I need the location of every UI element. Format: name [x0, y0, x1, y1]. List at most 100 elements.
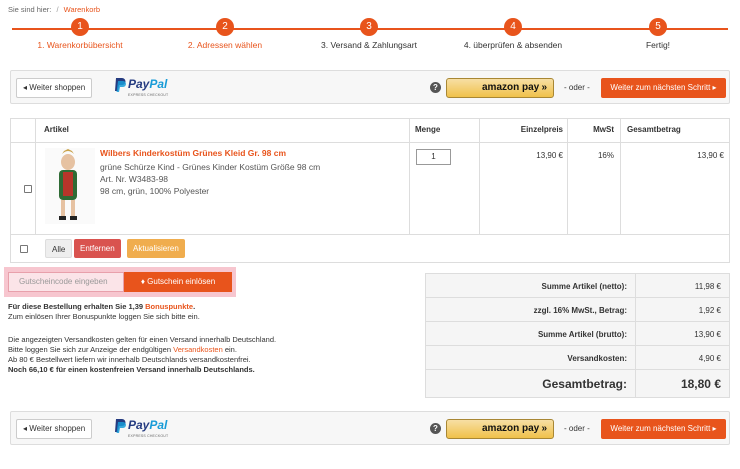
item-checkbox[interactable] — [24, 185, 32, 193]
summary-gross-label: Summe Artikel (brutto): — [537, 330, 627, 339]
col-divider — [409, 119, 410, 235]
step-1[interactable]: 1 1. Warenkorbübersicht — [10, 18, 150, 50]
shipping-line-4: Noch 66,10 € für einen kostenfreien Vers… — [8, 365, 276, 375]
summary-total-label: Gesamtbetrag: — [542, 377, 627, 391]
step-3: 3 3. Versand & Zahlungsart — [299, 18, 439, 50]
product-image[interactable] — [45, 148, 95, 224]
line-total: 13,90 € — [697, 151, 724, 160]
or-separator: - oder - — [564, 83, 590, 92]
shipping-line-2: Bitte loggen Sie sich zur Anzeige der en… — [8, 345, 276, 355]
summary-gross-value: 13,90 € — [694, 330, 721, 339]
chevron-double-right-icon: » — [541, 423, 547, 434]
bonus-points-link[interactable]: Bonuspunkte — [145, 302, 193, 311]
paypal-subtitle: EXPRESS CHECKOUT — [128, 93, 169, 97]
cart-header-row: Artikel Menge Einzelpreis MwSt Gesamtbet… — [11, 119, 729, 143]
continue-shopping-label: Weiter shoppen — [29, 83, 86, 92]
cart-actions-row: Alle Entfernen Aktualisieren — [11, 235, 729, 263]
summary-row-gross: Summe Artikel (brutto): 13,90 € — [426, 322, 729, 346]
summary-vat-value: 1,92 € — [698, 306, 721, 315]
col-divider — [35, 119, 36, 235]
step-1-number: 1 — [71, 18, 89, 36]
amazon-pay-label: amazon pay — [482, 82, 540, 93]
shipping-line-1: Die angezeigten Versandkosten gelten für… — [8, 335, 277, 344]
breadcrumb: Sie sind hier: / Warenkorb — [8, 5, 100, 14]
redeem-voucher-label: Gutschein einlösen — [147, 277, 216, 286]
shipping-line-2-post: ein. — [222, 345, 237, 354]
summary-vat-label: zzgl. 16% MwSt., Betrag: — [533, 306, 627, 315]
paypal-subtitle: EXPRESS CHECKOUT — [128, 434, 169, 438]
step-5-number: 5 — [649, 18, 667, 36]
step-5-label: Fertig! — [645, 40, 671, 50]
breadcrumb-separator: / — [56, 5, 59, 14]
shipping-line-2-pre: Bitte loggen Sie sich zur Anzeige der en… — [8, 345, 174, 354]
shipping-costs-link[interactable]: Versandkosten — [173, 345, 223, 354]
chevron-right-icon: ▸ — [712, 83, 717, 92]
vat-rate: 16% — [597, 151, 614, 160]
remove-button[interactable]: Entfernen — [74, 239, 121, 258]
breadcrumb-current[interactable]: Warenkorb — [64, 5, 100, 14]
product-title-link[interactable]: Wilbers Kinderkostüm Grünes Kleid Gr. 98… — [100, 148, 286, 158]
paypal-express-button[interactable]: PayPal EXPRESS CHECKOUT — [114, 75, 174, 101]
help-icon[interactable]: ? — [430, 423, 441, 434]
checkout-toolbar-top: ◂ Weiter shoppen PayPal EXPRESS CHECKOUT… — [10, 70, 730, 104]
continue-shopping-button[interactable]: ◂ Weiter shoppen — [16, 78, 93, 98]
bonus-text-end: . — [193, 302, 196, 311]
paypal-pay: Pay — [128, 418, 150, 432]
breadcrumb-prefix: Sie sind hier: — [8, 5, 52, 14]
cart-table: Artikel Menge Einzelpreis MwSt Gesamtbet… — [10, 118, 730, 263]
chevron-double-right-icon: » — [541, 82, 547, 93]
chevron-left-icon: ◂ — [23, 83, 28, 92]
shipping-line-3: Ab 80 € Bestellwert liefern wir innerhal… — [8, 355, 251, 364]
gift-icon: ♦ — [140, 277, 145, 286]
table-row: Wilbers Kinderkostüm Grünes Kleid Gr. 98… — [11, 143, 729, 235]
quantity-input[interactable]: 1 — [416, 149, 451, 165]
bonus-text: Für diese Bestellung erhalten Sie 1,39 — [8, 302, 146, 311]
step-2-label: 2. Adressen wählen — [187, 40, 263, 50]
amazon-pay-button[interactable]: amazon pay » — [446, 78, 554, 98]
select-all-checkbox[interactable] — [20, 245, 28, 253]
paypal-wordmark: PayPal — [128, 77, 167, 91]
or-separator: - oder - — [564, 424, 590, 433]
step-2[interactable]: 2 2. Adressen wählen — [155, 18, 295, 50]
header-unit-price: Einzelpreis — [520, 125, 563, 134]
step-4-label: 4. überprüfen & absenden — [463, 40, 563, 50]
select-all-button[interactable]: Alle — [45, 239, 73, 258]
update-button[interactable]: Aktualisieren — [127, 239, 185, 258]
summary-shipping-value: 4,90 € — [698, 354, 721, 363]
paypal-pay: Pay — [128, 77, 150, 91]
paypal-express-button[interactable]: PayPal EXPRESS CHECKOUT — [114, 416, 174, 442]
header-article: Artikel — [44, 125, 69, 134]
header-quantity: Menge — [415, 125, 441, 134]
col-divider — [479, 119, 480, 235]
help-icon[interactable]: ? — [430, 82, 441, 93]
amazon-pay-button[interactable]: amazon pay » — [446, 419, 554, 439]
continue-shopping-button[interactable]: ◂ Weiter shoppen — [16, 419, 93, 439]
bonus-login-hint: Zum einlösen Ihrer Bonuspunkte loggen Si… — [8, 312, 200, 321]
order-summary: Summe Artikel (netto): 11,98 € zzgl. 16%… — [425, 273, 730, 398]
product-sku: Art. Nr. W3483-98 — [100, 174, 169, 184]
voucher-code-input[interactable]: Gutscheincode eingeben — [8, 272, 124, 292]
bonus-info: Für diese Bestellung erhalten Sie 1,39 B… — [8, 302, 200, 322]
chevron-left-icon: ◂ — [23, 424, 28, 433]
paypal-pal: Pal — [149, 77, 168, 91]
paypal-logo-icon — [115, 419, 126, 433]
step-5: 5 Fertig! — [588, 18, 728, 50]
free-shipping-hint: Noch 66,10 € für einen kostenfreien Vers… — [8, 365, 255, 374]
summary-net-label: Summe Artikel (netto): — [541, 282, 628, 291]
redeem-voucher-button[interactable]: ♦ Gutschein einlösen — [124, 272, 232, 292]
step-1-label: 1. Warenkorbübersicht — [37, 40, 123, 50]
shipping-info: Die angezeigten Versandkosten gelten für… — [8, 335, 276, 375]
summary-row-shipping: Versandkosten: 4,90 € — [426, 346, 729, 370]
header-total: Gesamtbetrag — [627, 125, 681, 134]
checkout-toolbar-bottom: ◂ Weiter shoppen PayPal EXPRESS CHECKOUT… — [10, 411, 730, 445]
voucher-section: Gutscheincode eingeben ♦ Gutschein einlö… — [4, 267, 236, 297]
product-attributes: 98 cm, grün, 100% Polyester — [100, 186, 210, 196]
header-vat: MwSt — [593, 125, 614, 134]
next-step-button[interactable]: Weiter zum nächsten Schritt ▸ — [601, 419, 726, 439]
chevron-right-icon: ▸ — [712, 424, 717, 433]
summary-total-value: 18,80 € — [680, 377, 721, 391]
step-3-number: 3 — [360, 18, 378, 36]
summary-row-net: Summe Artikel (netto): 11,98 € — [426, 274, 729, 298]
next-step-button[interactable]: Weiter zum nächsten Schritt ▸ — [601, 78, 726, 98]
step-4: 4 4. überprüfen & absenden — [443, 18, 583, 50]
